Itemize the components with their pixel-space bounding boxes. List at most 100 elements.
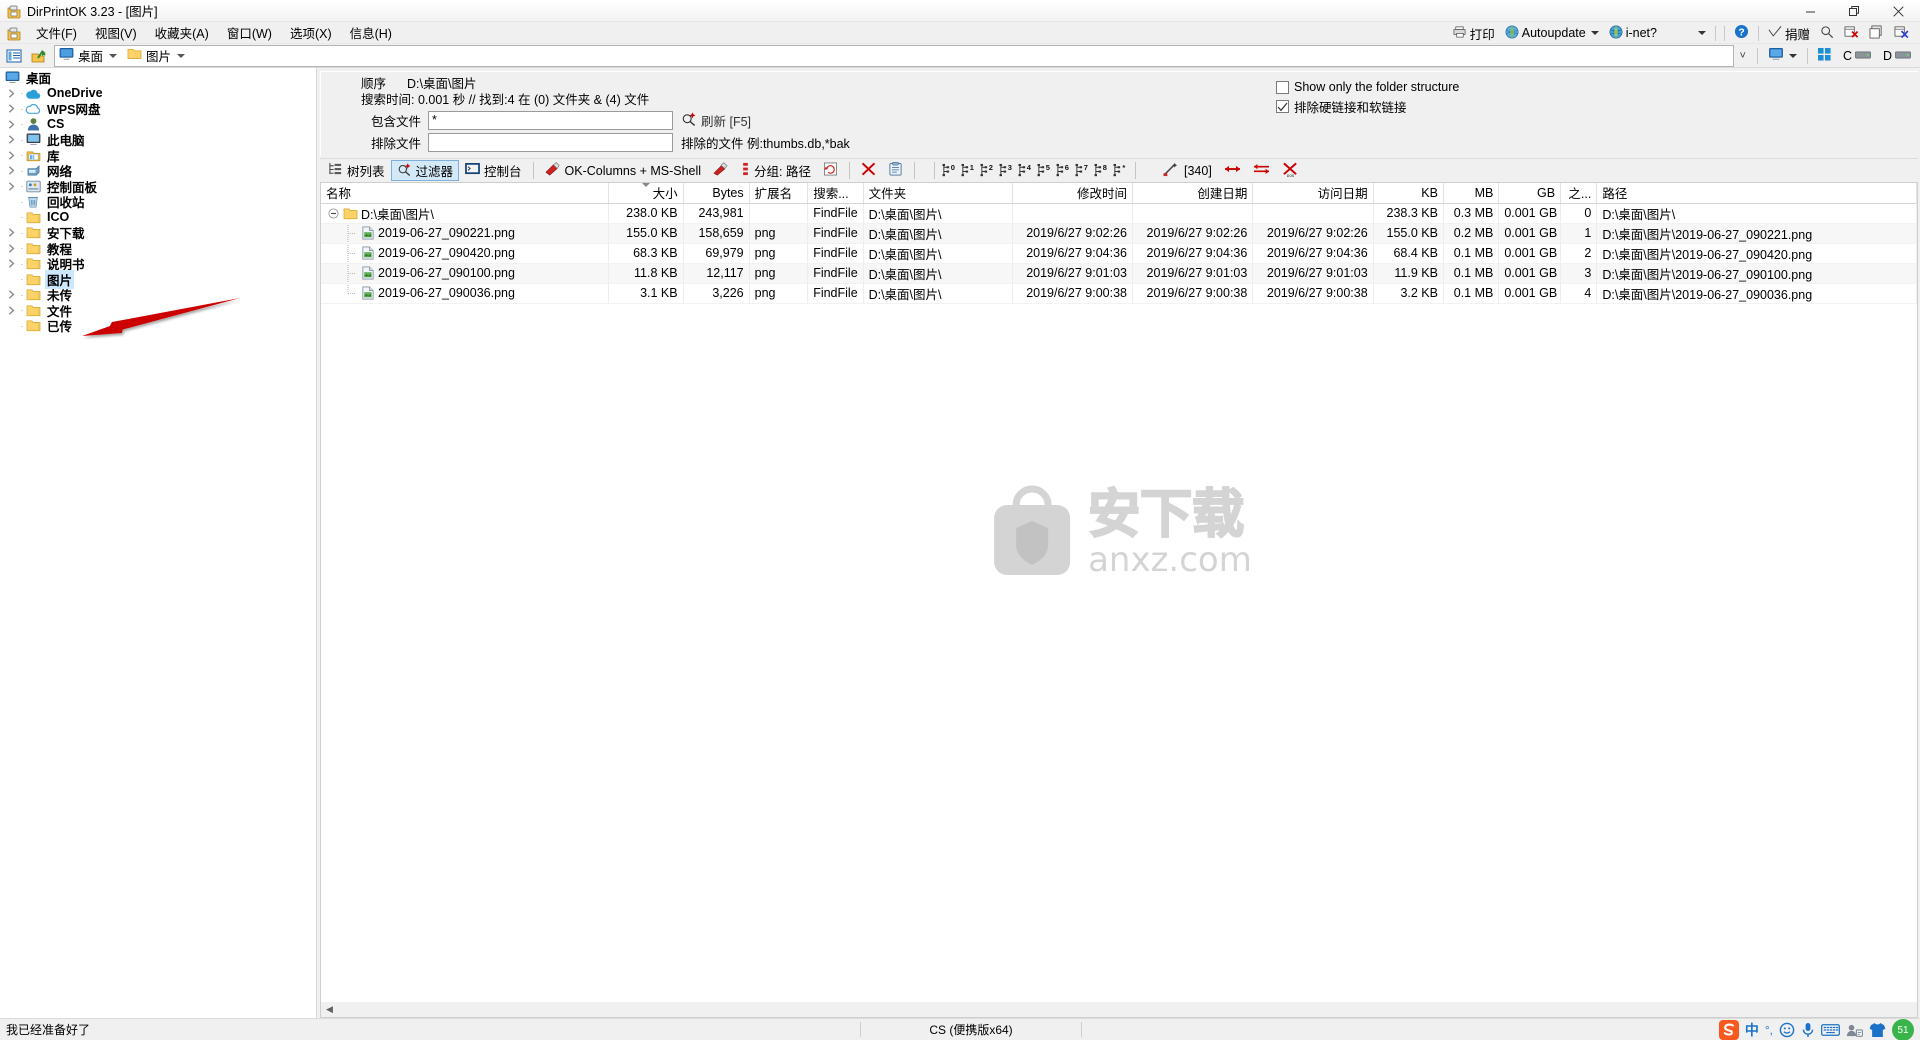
clear-button[interactable] bbox=[855, 160, 882, 181]
refresh-button[interactable]: 刷新 [F5] bbox=[681, 111, 751, 130]
tshirt-icon[interactable] bbox=[1869, 1022, 1886, 1038]
autoupdate-button[interactable]: Autoupdate bbox=[1500, 23, 1604, 44]
distribute-columns-button[interactable] bbox=[1247, 160, 1276, 181]
tree-level-7-button[interactable]: 7 bbox=[1073, 161, 1092, 181]
menu-view[interactable]: 视图(V) bbox=[86, 20, 146, 45]
tree-level-1-button[interactable]: 1 bbox=[959, 161, 978, 181]
column-header-folder[interactable]: 文件夹 bbox=[863, 183, 1013, 204]
menu-window[interactable]: 窗口(W) bbox=[218, 20, 281, 45]
menu-options[interactable]: 选项(X) bbox=[281, 20, 341, 45]
microphone-icon[interactable] bbox=[1801, 1022, 1815, 1038]
tree-level-5-button[interactable]: 5 bbox=[1035, 161, 1054, 181]
filter-button[interactable]: 过滤器 bbox=[390, 160, 460, 181]
reset-columns-button[interactable]: pos bbox=[1276, 160, 1305, 181]
chevron-right-icon[interactable] bbox=[3, 228, 19, 237]
tree-item-16[interactable]: · 已传 bbox=[0, 318, 316, 334]
tree-level-3-button[interactable]: 3 bbox=[997, 161, 1016, 181]
tree-level-4-button[interactable]: 4 bbox=[1016, 161, 1035, 181]
column-header-kb[interactable]: KB bbox=[1373, 183, 1444, 204]
scroll-left-arrow[interactable]: ◀ bbox=[321, 1002, 338, 1017]
close-all-documents-button[interactable] bbox=[1889, 23, 1914, 44]
drive-d-button[interactable]: D bbox=[1878, 48, 1916, 64]
collapse-node-icon[interactable] bbox=[326, 207, 340, 219]
show-folder-structure-checkbox[interactable]: Show only the folder structure bbox=[1276, 80, 1459, 94]
drive-c-button[interactable]: C bbox=[1838, 48, 1876, 64]
document-menu-icon[interactable] bbox=[6, 25, 22, 41]
maximize-button[interactable] bbox=[1832, 0, 1876, 22]
print-button[interactable]: 打印 bbox=[1447, 22, 1500, 45]
start-menu-button[interactable] bbox=[1813, 47, 1836, 65]
table-row[interactable]: 2019-06-27_090036.png 3.1 KB 3,226 png FindF… bbox=[321, 283, 1917, 304]
chevron-down-icon[interactable] bbox=[1788, 53, 1797, 58]
column-header-name[interactable]: 名称 bbox=[321, 183, 610, 204]
user-card-icon[interactable] bbox=[1846, 1023, 1863, 1038]
chevron-right-icon[interactable] bbox=[3, 104, 19, 113]
chevron-right-icon[interactable] bbox=[3, 244, 19, 253]
checkbox-box[interactable] bbox=[1276, 100, 1289, 113]
breadcrumb[interactable]: 桌面 图片 bbox=[54, 44, 1734, 67]
inet-button[interactable]: i-net? bbox=[1604, 23, 1662, 44]
go-up-button[interactable] bbox=[28, 46, 48, 66]
donate-button[interactable]: 捐赠 bbox=[1763, 22, 1815, 45]
tree-list-button[interactable]: 树列表 bbox=[322, 160, 391, 181]
tree-level-2-button[interactable]: 2 bbox=[978, 161, 997, 181]
tree-level-0-button[interactable]: 0 bbox=[940, 161, 959, 181]
menu-info[interactable]: 信息(H) bbox=[341, 20, 401, 45]
chevron-right-icon[interactable] bbox=[3, 166, 19, 175]
exclude-links-checkbox[interactable]: 排除硬链接和软链接 bbox=[1276, 97, 1459, 116]
table-row[interactable]: D:\桌面\图片\ 238.0 KB 243,981 FindFile D:\桌面\图片… bbox=[321, 203, 1917, 224]
scroll-track[interactable] bbox=[338, 1002, 1917, 1017]
help-button[interactable]: ? bbox=[1729, 22, 1754, 44]
close-button[interactable] bbox=[1876, 0, 1920, 22]
chevron-double-down-icon[interactable]: ˅ bbox=[1734, 50, 1752, 62]
chevron-right-icon[interactable] bbox=[3, 120, 19, 129]
exclude-files-input[interactable] bbox=[428, 132, 673, 152]
minimize-button[interactable] bbox=[1788, 0, 1832, 22]
column-header-path[interactable]: 路径 bbox=[1596, 183, 1917, 204]
restore-document-button[interactable] bbox=[1864, 23, 1889, 44]
clipboard-button[interactable] bbox=[882, 160, 909, 181]
chevron-right-icon[interactable] bbox=[3, 182, 19, 191]
column-header-gb[interactable]: GB bbox=[1498, 183, 1562, 204]
breadcrumb-chevron-icon[interactable] bbox=[109, 53, 118, 58]
folder-tree-panel[interactable]: 桌面 · OneDrive · WPS网盘 · CS · 此电脑 · 库 · 网络 · 控制面板 · 回收站 · I… bbox=[0, 68, 317, 1018]
checkbox-box[interactable] bbox=[1276, 80, 1289, 94]
chevron-down-icon[interactable] bbox=[1590, 31, 1599, 35]
breadcrumb-item-desktop[interactable]: 桌面 bbox=[55, 46, 107, 66]
tree-level-*-button[interactable]: * bbox=[1111, 161, 1130, 181]
keyboard-icon[interactable] bbox=[1821, 1023, 1840, 1037]
columns-view-button[interactable] bbox=[4, 46, 24, 66]
ime-lang-toggle[interactable]: 中 bbox=[1745, 1020, 1759, 1040]
refresh-group-button[interactable] bbox=[817, 160, 844, 181]
file-table-container[interactable]: 名称 大小 Bytes 扩展名 搜索... 文件夹 修改时间 创建日期 访问日期 KB MB GB 之.… bbox=[320, 182, 1918, 1002]
column-header-size[interactable]: 大小 bbox=[608, 183, 684, 204]
chevron-down-icon[interactable] bbox=[1697, 31, 1706, 35]
search-button[interactable] bbox=[1815, 23, 1839, 44]
ime-punctuation-toggle[interactable]: °, bbox=[1765, 1023, 1773, 1037]
autofit-columns-button[interactable] bbox=[1218, 160, 1247, 181]
tree-item-2[interactable]: · WPS网盘 bbox=[0, 101, 316, 117]
column-header-idx[interactable]: 之... bbox=[1560, 183, 1598, 204]
chevron-right-icon[interactable] bbox=[3, 89, 19, 98]
horizontal-scrollbar[interactable]: ◀ bbox=[320, 1002, 1918, 1018]
tree-item-8[interactable]: · 回收站 bbox=[0, 194, 316, 210]
column-header-accessed[interactable]: 访问日期 bbox=[1252, 183, 1374, 204]
chevron-right-icon[interactable] bbox=[3, 135, 19, 144]
menu-favorites[interactable]: 收藏夹(A) bbox=[146, 20, 218, 45]
ok-columns-button[interactable]: OK-Columns + MS-Shell bbox=[539, 160, 708, 181]
smiley-icon[interactable] bbox=[1779, 1022, 1795, 1038]
column-header-search[interactable]: 搜索... bbox=[807, 183, 864, 204]
group-button[interactable]: 分组: 路径 bbox=[735, 160, 817, 181]
chevron-right-icon[interactable] bbox=[3, 259, 19, 268]
tree-level-8-button[interactable]: 8 bbox=[1092, 161, 1111, 181]
overflow-dropdown[interactable] bbox=[1662, 29, 1711, 37]
include-files-input[interactable] bbox=[428, 110, 673, 130]
chevron-right-icon[interactable] bbox=[3, 306, 19, 315]
table-row[interactable]: 2019-06-27_090221.png 155.0 KB 158,659 png F… bbox=[321, 223, 1917, 244]
column-header-mb[interactable]: MB bbox=[1443, 183, 1500, 204]
breadcrumb-chevron-icon[interactable] bbox=[177, 53, 186, 58]
menu-file[interactable]: 文件(F) bbox=[27, 20, 86, 45]
table-row[interactable]: 2019-06-27_090420.png 68.3 KB 69,979 png Fin… bbox=[321, 243, 1917, 264]
column-header-modified[interactable]: 修改时间 bbox=[1012, 183, 1134, 204]
column-header-created[interactable]: 创建日期 bbox=[1132, 183, 1254, 204]
